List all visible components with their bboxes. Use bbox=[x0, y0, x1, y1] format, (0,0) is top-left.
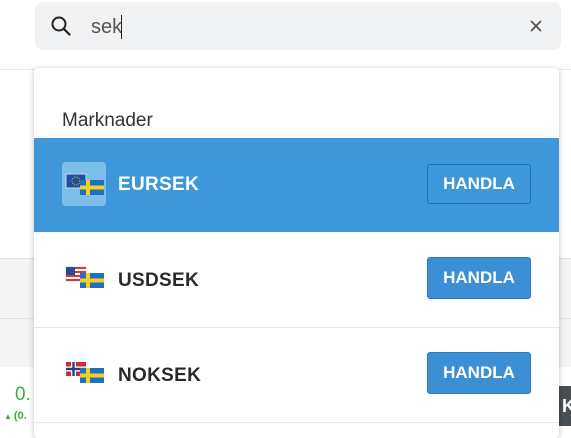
up-triangle-icon: ▲ bbox=[4, 412, 12, 421]
search-bar[interactable] bbox=[35, 2, 561, 50]
text-caret bbox=[121, 15, 122, 39]
usd-sek-flag-icon bbox=[65, 266, 104, 288]
trade-button[interactable]: HANDLA bbox=[427, 164, 531, 204]
market-symbol: NOKSEK bbox=[118, 365, 202, 386]
market-symbol: USDSEK bbox=[118, 270, 199, 291]
search-input[interactable] bbox=[91, 14, 491, 40]
section-title: Marknader bbox=[62, 110, 153, 131]
trade-button[interactable]: HANDLA bbox=[427, 257, 531, 299]
result-row-noksek[interactable]: NOKSEK HANDLA bbox=[34, 328, 559, 423]
nok-sek-flag-icon bbox=[66, 362, 104, 383]
close-icon[interactable] bbox=[527, 17, 545, 35]
market-symbol: EURSEK bbox=[118, 174, 199, 195]
eur-sek-flag-icon bbox=[62, 162, 106, 206]
background-buy-button[interactable]: K bbox=[557, 386, 571, 426]
search-results-dropdown: Marknader EURSEK HANDLA USDSEK HANDLA NO… bbox=[34, 68, 559, 438]
search-icon bbox=[51, 16, 71, 36]
background-change: ▲ (0. bbox=[4, 410, 27, 422]
trade-button[interactable]: HANDLA bbox=[427, 352, 531, 394]
result-row-eursek[interactable]: EURSEK HANDLA bbox=[34, 138, 559, 232]
result-row-usdsek[interactable]: USDSEK HANDLA bbox=[34, 233, 559, 328]
background-price: 0. bbox=[15, 384, 31, 405]
background-change-value: (0. bbox=[13, 410, 27, 422]
